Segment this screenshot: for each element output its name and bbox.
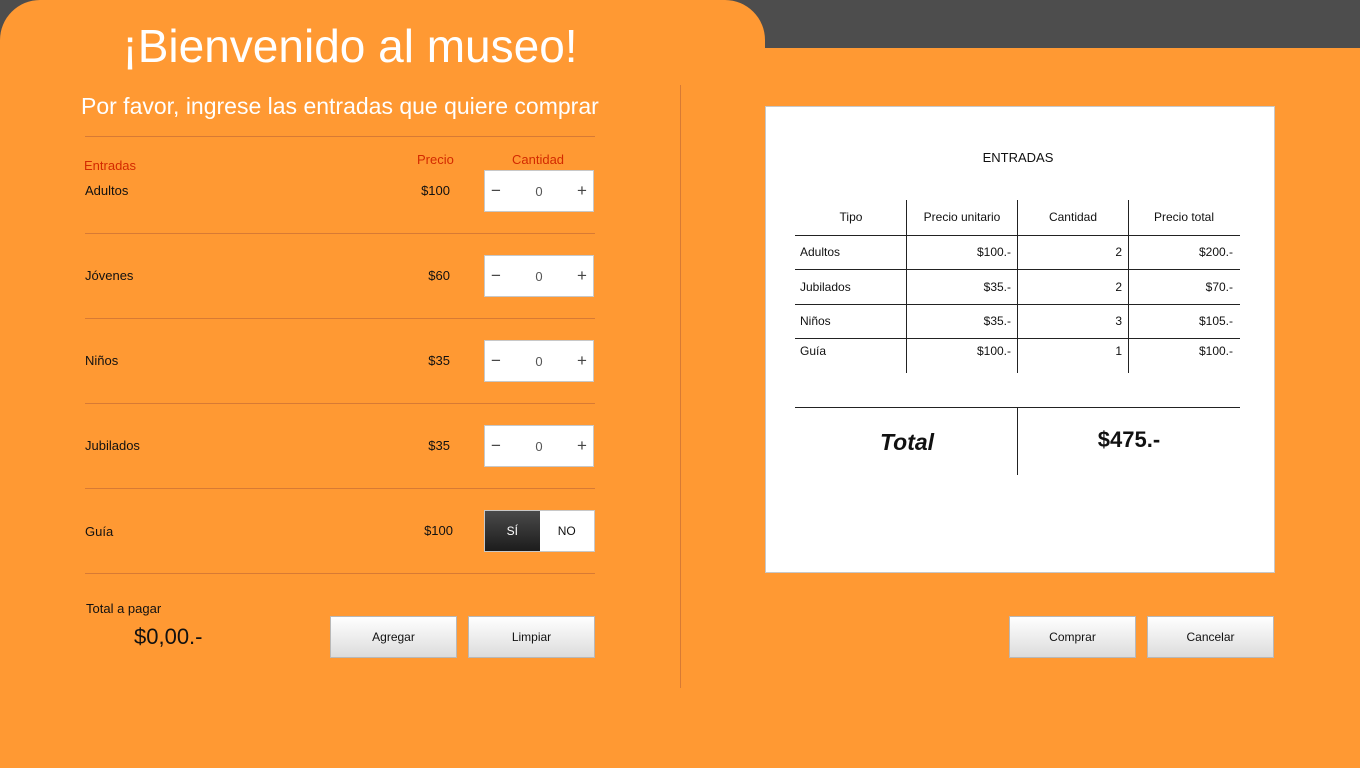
- plus-icon[interactable]: +: [571, 181, 593, 201]
- quantity-stepper-jubilados: − 0 +: [484, 425, 594, 467]
- receipt-cell-total: $200.-: [1198, 245, 1233, 259]
- divider: [85, 573, 595, 574]
- receipt-cell-total: $105.-: [1198, 314, 1233, 328]
- minus-icon[interactable]: −: [485, 181, 507, 201]
- buy-button[interactable]: Comprar: [1009, 616, 1136, 658]
- total-value: $0,00.-: [134, 624, 203, 649]
- quantity-value[interactable]: 0: [507, 184, 571, 199]
- receipt-cell-qty: 2: [1115, 280, 1122, 294]
- quantity-stepper-ninos: − 0 +: [484, 340, 594, 382]
- receipt-total-label: Total: [879, 429, 935, 455]
- column-header-entradas: Entradas: [84, 158, 137, 173]
- ticket-label-jubilados: Jubilados: [85, 438, 140, 453]
- receipt-header-precio-total: Precio total: [1153, 210, 1215, 224]
- receipt-cell-total: $70.-: [1205, 280, 1233, 294]
- column-header-precio: Precio: [417, 152, 454, 167]
- page-title: ¡Bienvenido al museo!: [122, 20, 578, 72]
- divider: [85, 488, 595, 489]
- panel-divider: [680, 85, 681, 688]
- receipt-cell-qty: 1: [1115, 344, 1122, 358]
- receipt-total-value: $475.-: [1097, 427, 1161, 452]
- divider: [85, 233, 595, 234]
- quantity-stepper-jovenes: − 0 +: [484, 255, 594, 297]
- receipt-cell-total: $100.-: [1198, 344, 1233, 358]
- guide-yes-option[interactable]: SÍ: [485, 511, 540, 551]
- receipt-cell-unit: $35.-: [983, 314, 1011, 328]
- plus-icon[interactable]: +: [571, 266, 593, 286]
- table-line: [795, 269, 1240, 270]
- table-line: [795, 338, 1240, 339]
- add-button[interactable]: Agregar: [330, 616, 457, 658]
- divider: [85, 403, 595, 404]
- page-subtitle: Por favor, ingrese las entradas que quie…: [81, 93, 599, 119]
- receipt-cell-unit: $100.-: [976, 344, 1011, 358]
- receipt-cell-qty: 3: [1115, 314, 1122, 328]
- quantity-stepper-adultos: − 0 +: [484, 170, 594, 212]
- minus-icon[interactable]: −: [485, 351, 507, 371]
- divider: [85, 136, 595, 137]
- column-header-cantidad: Cantidad: [512, 152, 565, 167]
- ticket-label-jovenes: Jóvenes: [85, 268, 134, 283]
- receipt-panel: ENTRADAS Tipo Precio unitario Cantidad P…: [765, 106, 1275, 573]
- table-line: [795, 235, 1240, 236]
- quantity-value[interactable]: 0: [507, 439, 571, 454]
- receipt-cell-tipo: Niños: [800, 314, 831, 328]
- minus-icon[interactable]: −: [485, 436, 507, 456]
- receipt-header-precio-unitario: Precio unitario: [923, 210, 1001, 224]
- quantity-value[interactable]: 0: [507, 354, 571, 369]
- receipt-cell-tipo: Adultos: [800, 245, 841, 259]
- ticket-price-jovenes: $60: [428, 268, 450, 283]
- ticket-label-adultos: Adultos: [85, 183, 129, 198]
- ticket-label-guia: Guía: [85, 524, 114, 539]
- ticket-price-ninos: $35: [428, 353, 450, 368]
- receipt-header-tipo: Tipo: [839, 210, 863, 224]
- plus-icon[interactable]: +: [571, 436, 593, 456]
- guide-no-option[interactable]: NO: [539, 511, 594, 551]
- ticket-price-jubilados: $35: [428, 438, 450, 453]
- receipt-cell-tipo: Guía: [800, 344, 827, 358]
- receipt-cell-tipo: Jubilados: [800, 280, 851, 294]
- guide-toggle: SÍ NO: [484, 510, 595, 552]
- receipt-cell-qty: 2: [1115, 245, 1122, 259]
- divider: [85, 318, 595, 319]
- minus-icon[interactable]: −: [485, 266, 507, 286]
- cancel-button[interactable]: Cancelar: [1147, 616, 1274, 658]
- quantity-value[interactable]: 0: [507, 269, 571, 284]
- total-label: Total a pagar: [86, 601, 162, 616]
- receipt-cell-unit: $100.-: [976, 245, 1011, 259]
- ticket-label-ninos: Niños: [85, 353, 119, 368]
- receipt-cell-unit: $35.-: [983, 280, 1011, 294]
- clear-button[interactable]: Limpiar: [468, 616, 595, 658]
- receipt-title: ENTRADAS: [982, 150, 1054, 165]
- ticket-price-adultos: $100: [421, 183, 450, 198]
- table-line: [795, 304, 1240, 305]
- receipt-header-cantidad: Cantidad: [1048, 210, 1098, 224]
- ticket-price-guia: $100: [424, 523, 453, 538]
- plus-icon[interactable]: +: [571, 351, 593, 371]
